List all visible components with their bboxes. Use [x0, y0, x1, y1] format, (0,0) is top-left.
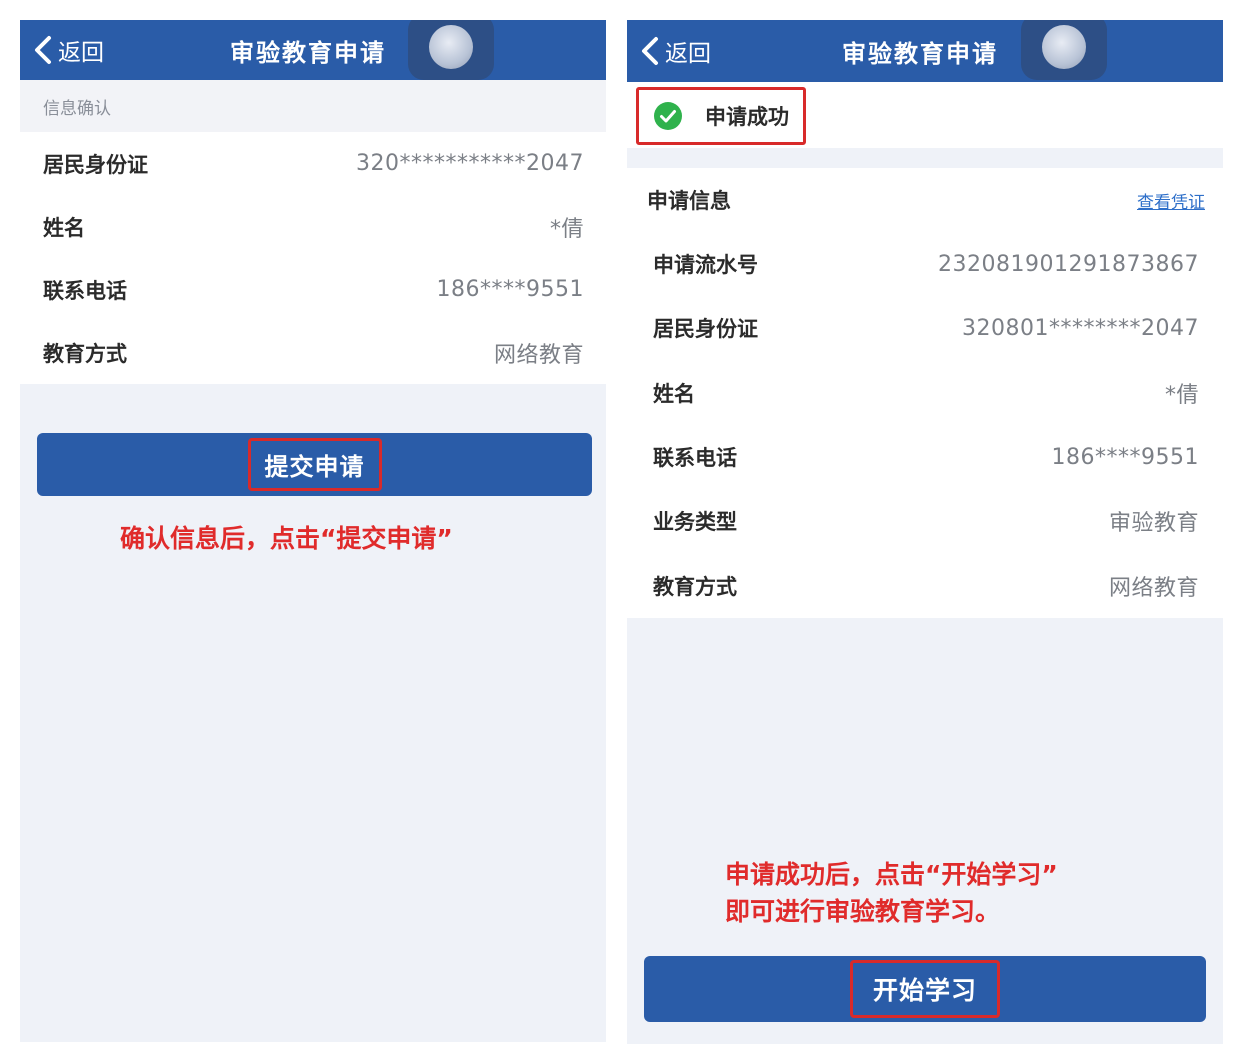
screen-confirm-info: 返回 审验教育申请 信息确认 居民身份证 320***********2047 …: [20, 20, 606, 1042]
success-status-bar: 申请成功: [627, 82, 1223, 148]
row-label: 姓名: [653, 381, 695, 406]
row-value: 审验教育: [1108, 511, 1199, 537]
view-certificate-link[interactable]: 查看凭证: [1137, 188, 1205, 213]
navbar: 返回 审验教育申请: [627, 20, 1223, 82]
row-label: 联系电话: [43, 278, 127, 303]
row-value: 186****9551: [1051, 444, 1199, 470]
check-circle-icon: [654, 102, 682, 130]
row-value: 320***********2047: [356, 151, 584, 176]
info-row-phone: 联系电话 186****9551: [20, 258, 606, 321]
row-value: 232081901291873867: [938, 251, 1199, 277]
info-row-serial-number: 申请流水号 232081901291873867: [627, 232, 1223, 296]
row-label: 姓名: [43, 215, 85, 240]
row-value: 320801********2047: [962, 315, 1199, 341]
info-row-id-card: 居民身份证 320***********2047: [20, 132, 606, 195]
row-label: 居民身份证: [653, 317, 758, 342]
info-row-business-type: 业务类型 审验教育: [627, 489, 1223, 553]
info-row-education-mode: 教育方式 网络教育: [627, 553, 1223, 617]
start-learning-button[interactable]: 开始学习: [644, 956, 1206, 1022]
submit-button-label: 提交申请: [247, 438, 382, 491]
row-value: *倩: [1164, 382, 1199, 408]
instruction-note-line2: 即可进行审验教育学习。: [725, 897, 1001, 926]
row-label: 申请流水号: [653, 253, 758, 278]
info-card: 居民身份证 320***********2047 姓名 *倩 联系电话 186*…: [20, 132, 606, 384]
submit-application-button[interactable]: 提交申请: [37, 433, 592, 496]
start-button-label: 开始学习: [849, 960, 1000, 1018]
row-value: *倩: [549, 216, 584, 242]
divider: [627, 148, 1223, 168]
floating-assistant-icon[interactable]: [1021, 20, 1107, 80]
card-header: 申请信息 查看凭证: [627, 168, 1223, 232]
instruction-note-line1: 申请成功后，点击“开始学习”: [725, 860, 1058, 889]
success-status: 申请成功: [636, 87, 806, 145]
application-info-card: 申请信息 查看凭证 申请流水号 232081901291873867 居民身份证…: [627, 168, 1223, 618]
instruction-note: 申请成功后，点击“开始学习” 即可进行审验教育学习。: [725, 856, 1058, 930]
page-title: 审验教育申请: [230, 38, 386, 67]
row-label: 教育方式: [43, 341, 127, 366]
info-row-name: 姓名 *倩: [627, 361, 1223, 425]
row-label: 业务类型: [653, 510, 737, 535]
info-row-phone: 联系电话 186****9551: [627, 425, 1223, 489]
row-value: 网络教育: [493, 342, 584, 368]
info-row-name: 姓名 *倩: [20, 195, 606, 258]
success-text: 申请成功: [705, 105, 789, 129]
instruction-note: 确认信息后，点击“提交申请”: [120, 524, 453, 553]
row-label: 教育方式: [653, 574, 737, 599]
section-label: 信息确认: [20, 80, 606, 132]
info-row-id-card: 居民身份证 320801********2047: [627, 296, 1223, 360]
row-label: 居民身份证: [43, 152, 148, 177]
navbar: 返回 审验教育申请: [20, 20, 606, 80]
screen-application-success: 返回 审验教育申请 申请成功 申请信息 查看凭证 申请流水号 232081901…: [627, 20, 1223, 1044]
card-title: 申请信息: [647, 189, 731, 213]
row-value: 网络教育: [1108, 575, 1199, 601]
row-value: 186****9551: [436, 277, 584, 302]
page-title: 审验教育申请: [842, 39, 998, 68]
row-label: 联系电话: [653, 446, 737, 471]
floating-assistant-icon[interactable]: [408, 20, 494, 80]
info-row-education-mode: 教育方式 网络教育: [20, 321, 606, 384]
